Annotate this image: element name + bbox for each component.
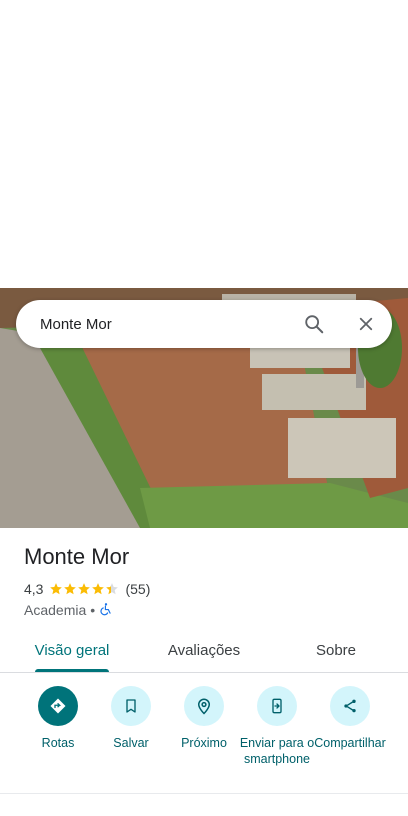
star-icon <box>78 583 91 595</box>
save-button[interactable]: Salvar <box>93 686 169 751</box>
close-icon[interactable] <box>346 304 386 344</box>
separator: • <box>90 602 96 618</box>
rating-stars <box>49 582 119 596</box>
star-half-icon <box>106 583 119 595</box>
action-label: Enviar para o smartphone <box>239 736 315 766</box>
wheelchair-icon[interactable] <box>99 602 113 619</box>
search-bar[interactable]: Monte Mor <box>16 300 392 348</box>
action-label: Compartilhar <box>314 736 386 750</box>
rating-value: 4,3 <box>24 581 44 597</box>
tab-reviews[interactable]: Avaliações <box>154 628 254 672</box>
divider <box>0 793 408 794</box>
action-row: Rotas Salvar Próximo Enviar para o smart… <box>0 686 408 786</box>
bookmark-icon <box>111 686 151 726</box>
star-icon <box>64 583 77 595</box>
search-icon[interactable] <box>294 304 334 344</box>
send-to-phone-button[interactable]: Enviar para o smartphone <box>239 686 315 767</box>
nearby-button[interactable]: Próximo <box>166 686 242 751</box>
tab-label: Avaliações <box>167 641 241 659</box>
share-button[interactable]: Compartilhar <box>312 686 388 751</box>
send-to-phone-icon <box>257 686 297 726</box>
tab-label: Sobre <box>315 641 357 659</box>
search-query[interactable]: Monte Mor <box>40 316 294 333</box>
directions-icon <box>38 686 78 726</box>
place-title: Monte Mor <box>24 544 130 569</box>
map-area[interactable] <box>0 0 408 288</box>
category-row: Academia • <box>24 601 113 619</box>
place-category: Academia <box>24 602 87 618</box>
star-icon <box>50 583 63 595</box>
tab-label: Visão geral <box>34 641 110 659</box>
action-label: Próximo <box>181 736 227 750</box>
nearby-icon <box>184 686 224 726</box>
action-label: Salvar <box>113 736 149 750</box>
tab-overview[interactable]: Visão geral <box>22 628 122 672</box>
action-label: Rotas <box>41 736 75 750</box>
review-count[interactable]: (55) <box>125 581 150 597</box>
active-tab-indicator <box>35 669 109 672</box>
share-icon <box>330 686 370 726</box>
rating-row[interactable]: 4,3 (55) <box>24 580 150 598</box>
directions-button[interactable]: Rotas <box>20 686 96 751</box>
tab-about[interactable]: Sobre <box>286 628 386 672</box>
tab-bar: Visão geral Avaliações Sobre <box>0 628 408 673</box>
star-icon <box>92 583 105 595</box>
